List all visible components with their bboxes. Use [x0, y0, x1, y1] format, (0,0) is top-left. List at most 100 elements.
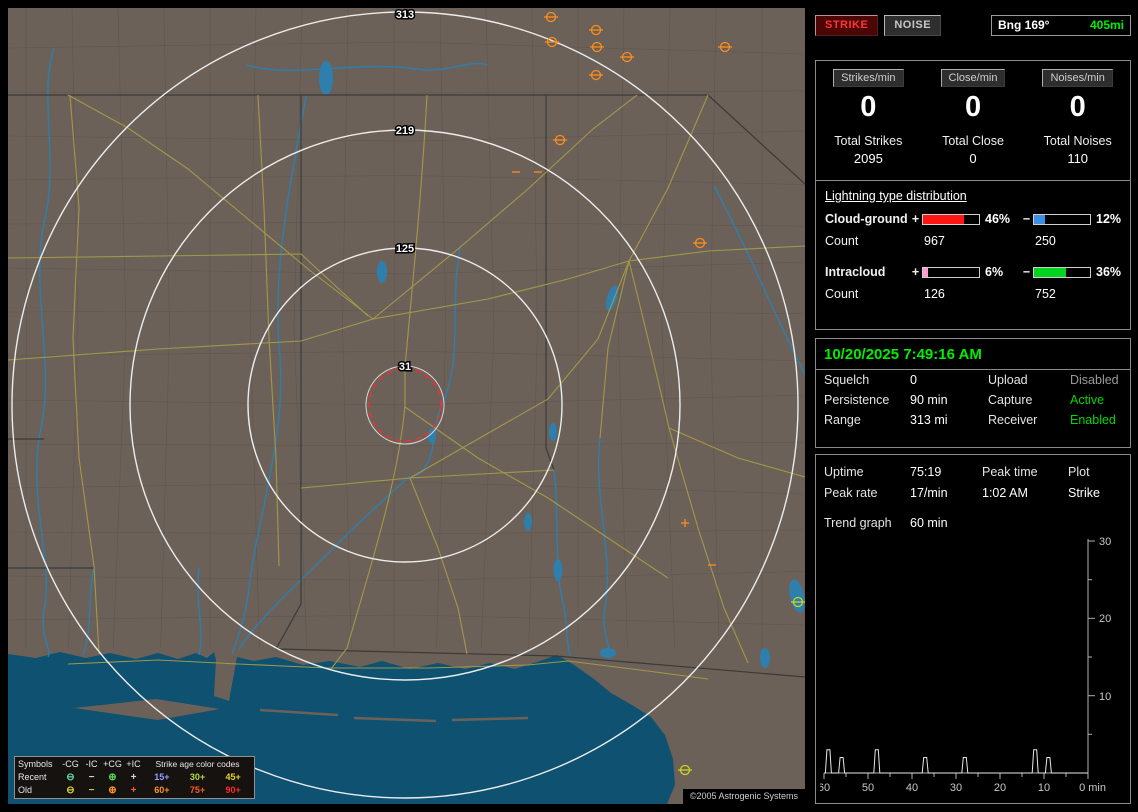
ic-plus-pct: 6% — [985, 265, 1004, 279]
peak-rate-label: Peak rate — [824, 485, 878, 500]
legend-col-cg-minus: -CG — [62, 759, 79, 769]
recent-cg-plus-icon: ⊕ — [108, 771, 117, 783]
cg-plus-pct: 46% — [985, 212, 1011, 226]
close-per-min-button[interactable]: Close/min — [940, 69, 1006, 87]
session-row-2: Peak rate 17/min 1:02 AM Strike — [816, 482, 1130, 503]
uptime-label: Uptime — [824, 464, 864, 479]
receiver-label: Receiver — [988, 413, 1038, 427]
age-90: 90+ — [225, 785, 241, 795]
cloud-ground-label: Cloud-ground — [825, 212, 908, 226]
strike-mode-button[interactable]: STRIKE — [815, 14, 879, 36]
capture-status: Active — [1070, 393, 1105, 407]
status-row: Range 313 mi Receiver Enabled — [816, 410, 1130, 430]
ic-plus-bar — [922, 266, 980, 278]
age-45: 45+ — [225, 772, 241, 782]
noise-mode-button[interactable]: NOISE — [884, 14, 942, 36]
age-75: 75+ — [189, 785, 206, 795]
capture-label: Capture — [988, 393, 1033, 407]
trend-settings-row: Trend graph 60 min — [816, 512, 1130, 533]
app-window: 313 219 125 31 Symbols -CG -IC +CG +IC S… — [0, 0, 1138, 812]
total-strikes-label: Total Strikes — [834, 134, 903, 148]
xtick-30: 30 — [950, 782, 962, 794]
xtick-20: 20 — [994, 782, 1006, 794]
noises-column: Noises/min 0 Total Noises 110 — [1025, 68, 1130, 166]
trend-axes — [823, 539, 1095, 779]
age-60: 60+ — [154, 785, 170, 795]
uptime-value: 75:19 — [910, 464, 942, 479]
bearing-distance-readout: Bng 169° 405mi — [991, 14, 1131, 36]
trend-graph-label: Trend graph — [824, 515, 892, 530]
ring-label-313: 313 — [396, 9, 414, 21]
strikes-column: Strikes/min 0 Total Strikes 2095 — [816, 68, 921, 166]
cloud-ground-count-row: Count 967 250 — [816, 230, 1130, 252]
distribution-title: Lightning type distribution — [825, 189, 967, 203]
total-noises-value: 110 — [1067, 151, 1089, 166]
ring-label-125: 125 — [396, 243, 414, 255]
plus-sign: + — [911, 212, 920, 226]
count-label: Count — [825, 234, 859, 248]
cloud-ground-row: Cloud-ground + 46% − 12% — [816, 208, 1130, 230]
cg-plus-bar — [922, 213, 980, 225]
plot-label: Plot — [1068, 464, 1090, 479]
trend-series-line — [824, 749, 1088, 774]
persistence-value: 90 min — [910, 393, 948, 407]
squelch-value: 0 — [910, 373, 917, 387]
trend-window-value: 60 min — [910, 515, 948, 530]
plot-value: Strike — [1068, 485, 1100, 500]
recent-cg-minus-icon: ⊖ — [66, 771, 75, 783]
trend-tick-labels: 30 20 10 60 50 40 30 20 10 0 min — [820, 536, 1111, 794]
legend-age-title: Strike age color codes — [155, 759, 240, 770]
receiver-status: Enabled — [1070, 413, 1116, 427]
close-per-min-value: 0 — [964, 91, 982, 123]
upload-status: Disabled — [1070, 373, 1119, 387]
plus-sign: + — [911, 265, 920, 279]
intracloud-row: Intracloud + 6% − 36% — [816, 261, 1130, 283]
strikes-per-min-value: 0 — [860, 91, 877, 123]
ytick-20: 20 — [1099, 613, 1111, 625]
counters-panel: Strikes/min 0 Total Strikes 2095 Close/m… — [815, 60, 1131, 330]
ic-minus-bar — [1033, 266, 1091, 278]
strikes-per-min-button[interactable]: Strikes/min — [833, 69, 904, 87]
legend-header-row: Symbols -CG -IC +CG +IC Strike age color… — [18, 758, 251, 771]
legend-col-cg-plus: +CG — [103, 759, 122, 769]
recent-ic-minus-icon: − — [88, 771, 95, 783]
strike-map-canvas[interactable]: 313 219 125 31 — [8, 8, 805, 804]
legend-recent-row: Recent ⊖ − ⊕ + 15+ 30+ 45+ — [18, 771, 251, 784]
count-label: Count — [825, 287, 859, 301]
noises-per-min-value: 0 — [1069, 91, 1086, 123]
squelch-label: Squelch — [824, 373, 870, 387]
minus-sign: − — [1022, 265, 1031, 279]
bearing-value: Bng 169° — [998, 18, 1050, 32]
minus-sign: − — [1022, 212, 1031, 226]
map-panel[interactable]: 313 219 125 31 Symbols -CG -IC +CG +IC S… — [8, 8, 805, 804]
session-panel: Uptime 75:19 Peak time Plot Peak rate 17… — [815, 454, 1131, 804]
cg-minus-count: 250 — [1035, 234, 1056, 248]
intracloud-label: Intracloud — [825, 265, 886, 279]
xtick-10: 10 — [1038, 782, 1050, 794]
range-label: Range — [824, 413, 861, 427]
ytick-30: 30 — [1099, 536, 1111, 548]
status-panel: 10/20/2025 7:49:16 AM Squelch 0 Upload D… — [815, 338, 1131, 448]
map-legend: Symbols -CG -IC +CG +IC Strike age color… — [14, 756, 255, 799]
trend-graph: 30 20 10 60 50 40 30 20 10 0 min — [820, 536, 1111, 794]
datetime-display: 10/20/2025 7:49:16 AM — [816, 339, 1130, 370]
total-close-value: 0 — [969, 151, 977, 166]
noises-per-min-button[interactable]: Noises/min — [1042, 69, 1113, 87]
ring-label-219: 219 — [396, 125, 414, 137]
peak-rate-value: 17/min — [910, 485, 948, 500]
xtick-40: 40 — [906, 782, 918, 794]
legend-col-ic-minus: -IC — [85, 759, 98, 769]
status-row: Persistence 90 min Capture Active — [816, 390, 1130, 410]
cg-minus-bar — [1033, 213, 1091, 225]
intracloud-count-row: Count 126 752 — [816, 283, 1130, 305]
cg-minus-pct: 12% — [1096, 212, 1122, 226]
ic-minus-pct: 36% — [1096, 265, 1122, 279]
age-15: 15+ — [154, 772, 170, 782]
mode-toolbar: STRIKE NOISE Bng 169° 405mi — [815, 14, 1131, 36]
legend-recent-label: Recent — [18, 772, 47, 782]
age-30: 30+ — [189, 772, 206, 782]
legend-old-label: Old — [18, 785, 33, 795]
upload-label: Upload — [988, 373, 1028, 387]
old-age-codes: 60+ 75+ 90+ — [144, 786, 251, 795]
total-strikes-value: 2095 — [853, 151, 883, 166]
